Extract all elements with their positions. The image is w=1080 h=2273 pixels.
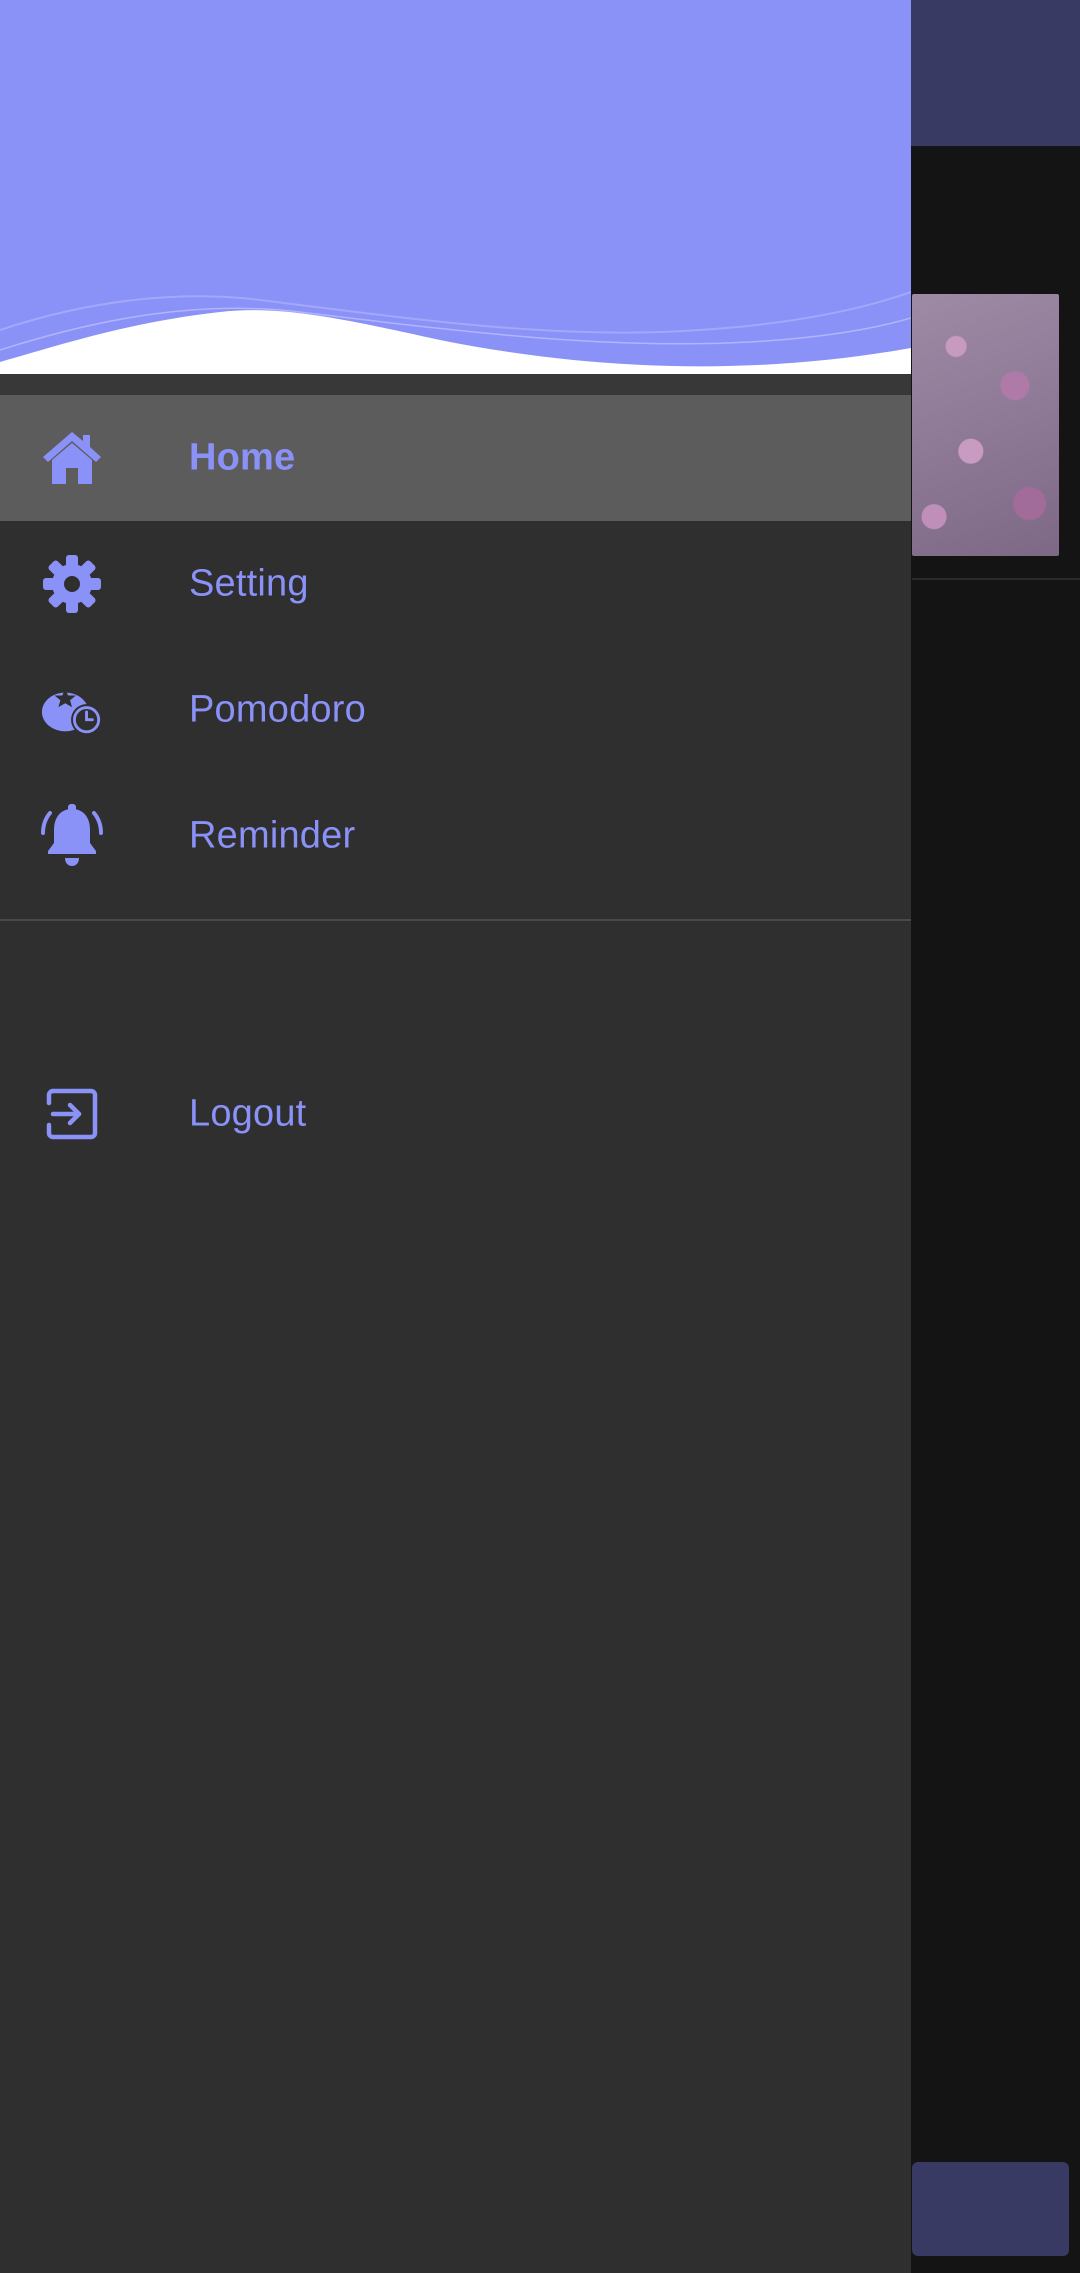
home-icon bbox=[40, 426, 104, 490]
logout-button[interactable]: Logout bbox=[0, 1051, 911, 1177]
menu-item-reminder[interactable]: Reminder bbox=[0, 773, 911, 899]
tomato-timer-icon bbox=[40, 678, 104, 742]
background-bottom-button bbox=[912, 2162, 1069, 2256]
menu-item-label: Pomodoro bbox=[189, 688, 366, 731]
drawer-header-wave bbox=[0, 0, 911, 374]
header-strip bbox=[0, 374, 911, 395]
background-divider bbox=[912, 578, 1080, 580]
menu-divider bbox=[0, 919, 911, 921]
gear-icon bbox=[40, 552, 104, 616]
logout-label: Logout bbox=[189, 1092, 307, 1135]
menu-item-label: Setting bbox=[189, 562, 309, 605]
menu-item-home[interactable]: Home bbox=[0, 395, 911, 521]
navigation-drawer: Home Setting Pomodoro Reminder Logout bbox=[0, 0, 911, 2273]
drawer-menu: Home Setting Pomodoro Reminder bbox=[0, 395, 911, 899]
logout-icon bbox=[40, 1082, 104, 1146]
bell-icon bbox=[40, 804, 104, 868]
menu-item-label: Home bbox=[189, 436, 296, 479]
background-photo bbox=[912, 294, 1059, 556]
menu-item-setting[interactable]: Setting bbox=[0, 521, 911, 647]
menu-item-label: Reminder bbox=[189, 814, 356, 857]
menu-item-pomodoro[interactable]: Pomodoro bbox=[0, 647, 911, 773]
